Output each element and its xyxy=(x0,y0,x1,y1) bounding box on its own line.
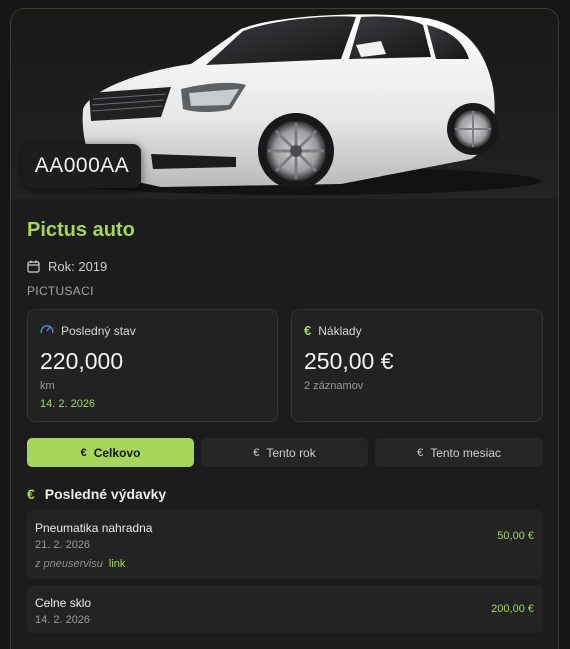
euro-icon: € xyxy=(80,446,87,459)
calendar-icon xyxy=(27,260,40,273)
tab-celkovo[interactable]: € Celkovo xyxy=(27,438,194,467)
mileage-label: Posledný stav xyxy=(61,323,136,338)
license-plate: AA000AA xyxy=(23,144,141,188)
tab-label: Tento mesiac xyxy=(430,445,501,460)
mileage-date: 14. 2. 2026 xyxy=(40,398,96,410)
euro-icon: € xyxy=(253,446,260,459)
tab-label: Celkovo xyxy=(93,445,141,460)
tab-label: Tento rok xyxy=(266,445,316,460)
vin-label: PICTUSACI xyxy=(27,284,94,298)
gauge-icon xyxy=(40,323,54,338)
year-label: Rok: 2019 xyxy=(48,259,108,274)
mileage-header: Posledný stav xyxy=(40,323,136,338)
expense-date: 14. 2. 2026 xyxy=(35,614,91,626)
year-row: Rok: 2019 xyxy=(27,259,107,274)
costs-header: € Náklady xyxy=(304,323,362,338)
expense-amount: 50,00 € xyxy=(497,530,534,542)
tab-tento-mesiac[interactable]: € Tento mesiac xyxy=(375,438,543,467)
mileage-unit: km xyxy=(40,380,55,392)
euro-icon: € xyxy=(304,323,312,338)
period-tabs: € Celkovo € Tento rok € Tento mesiac xyxy=(27,438,543,467)
mileage-value: 220,000 xyxy=(40,348,124,374)
vehicle-photo: AA000AA xyxy=(11,9,558,199)
expense-name: Pneumatika nahradna xyxy=(35,521,153,535)
recent-expenses-heading: € Posledné výdavky xyxy=(27,486,166,502)
expense-item[interactable]: Celne sklo 14. 2. 2026 200,00 € xyxy=(27,585,543,633)
expense-item[interactable]: Pneumatika nahradna 21. 2. 2026 z pneuse… xyxy=(27,510,543,579)
tab-tento-rok[interactable]: € Tento rok xyxy=(201,438,368,467)
costs-card: € Náklady 250,00 € 2 záznamov xyxy=(291,309,543,422)
euro-icon: € xyxy=(27,486,35,502)
expense-amount: 200,00 € xyxy=(491,603,534,615)
vehicle-card: AA000AA Pictus auto Rok: 2019 PICTUSACI … xyxy=(10,8,559,649)
mileage-card: Posledný stav 220,000 km 14. 2. 2026 xyxy=(27,309,278,422)
expense-name: Celne sklo xyxy=(35,596,92,610)
expense-link[interactable]: link xyxy=(109,558,126,570)
section-title: Posledné výdavky xyxy=(44,486,167,502)
expense-date: 21. 2. 2026 xyxy=(35,539,91,551)
expense-note: z pneuservisu link xyxy=(35,558,125,570)
costs-value: 250,00 € xyxy=(304,348,394,374)
costs-label: Náklady xyxy=(318,323,362,338)
vehicle-name: Pictus auto xyxy=(27,219,135,241)
expense-note-text: z pneuservisu xyxy=(35,558,103,570)
costs-count: 2 záznamov xyxy=(304,380,364,392)
euro-icon: € xyxy=(417,446,424,459)
